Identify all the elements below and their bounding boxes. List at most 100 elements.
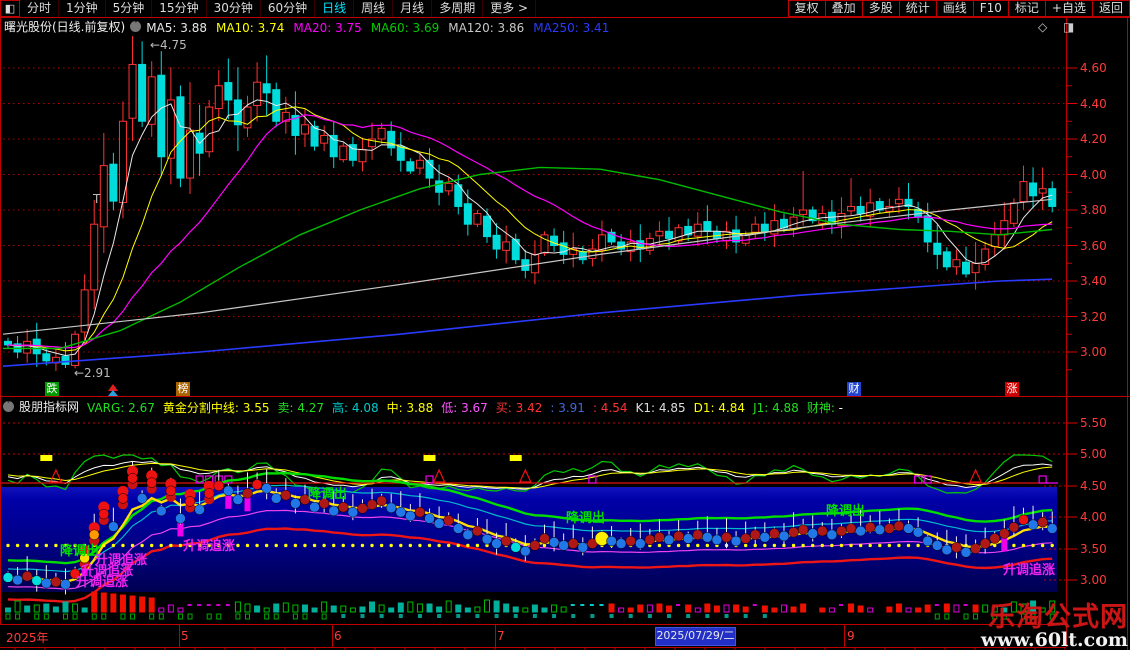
- date-divider: [844, 625, 845, 647]
- chart-canvas[interactable]: [0, 0, 1130, 650]
- signal-label: 升调追涨: [183, 535, 235, 554]
- indicator-field-6: 买: 3.42: [496, 401, 543, 415]
- indicator-tick-label: 4.00: [1080, 510, 1122, 524]
- indicator-source-name[interactable]: 股朋指标网: [19, 398, 79, 415]
- watermark-url: www.60lt.com: [981, 631, 1128, 650]
- signal-label: 降调出: [308, 483, 347, 502]
- trading-terminal: ◧ 分时1分钟5分钟15分钟30分钟60分钟日线周线月线多周期更多 > 复权叠加…: [0, 0, 1130, 650]
- watermark-site-name: 乐淘公式网: [981, 604, 1128, 631]
- signal-label: 降调出: [566, 507, 605, 526]
- indicator-field-3: 高: 4.08: [332, 401, 379, 415]
- ma-legend-item-4: MA120: 3.86: [448, 21, 524, 35]
- indicator-field-11: J1: 4.88: [753, 401, 799, 415]
- period-tab-2[interactable]: 5分钟: [106, 0, 153, 17]
- indicator-tick-label: 3.00: [1080, 573, 1122, 587]
- ma-legend-item-2: MA20: 3.75: [293, 21, 361, 35]
- toolbar-action-1[interactable]: 叠加: [825, 0, 863, 17]
- chart-badge-财: 财: [847, 382, 861, 396]
- ma-legend: MA5: 3.88 MA10: 3.74 MA20: 3.75 MA60: 3.69 M…: [146, 17, 618, 36]
- chart-badge-榜: 榜: [176, 382, 190, 396]
- price-tick-label: 4.00: [1080, 168, 1122, 182]
- right-border: [1127, 0, 1128, 650]
- price-tick-label: 3.40: [1080, 274, 1122, 288]
- low-price-note: ←2.91: [74, 366, 111, 380]
- high-price-note: ←4.75: [150, 38, 187, 52]
- t-marker: T: [93, 192, 100, 206]
- signal-label: 升调追涨: [76, 571, 128, 590]
- symbol-title[interactable]: 曙光股份(日线.前复权): [4, 18, 125, 35]
- indicator-field-4: 中: 3.88: [387, 401, 434, 415]
- signal-label: 降调出: [826, 500, 865, 519]
- ma-legend-item-5: MA250: 3.41: [533, 21, 609, 35]
- date-label: 7: [497, 629, 505, 643]
- signal-label: 降调出: [60, 540, 99, 559]
- period-tabs: ◧ 分时1分钟5分钟15分钟30分钟60分钟日线周线月线多周期更多 >: [0, 0, 536, 17]
- price-tick-label: 4.20: [1080, 132, 1122, 146]
- price-tick-label: 4.60: [1080, 61, 1122, 75]
- date-divider: [179, 625, 180, 647]
- period-tab-3[interactable]: 15分钟: [152, 0, 206, 17]
- watermark: 乐淘公式网 www.60lt.com: [981, 604, 1128, 650]
- toolbar-action-5[interactable]: F10: [973, 0, 1009, 17]
- indicator-title-bar: ˇ 股朋指标网 VARG: 2.67 黄金分割中线: 3.55 卖: 4.27 高: …: [0, 398, 1064, 414]
- left-border: [0, 18, 1, 647]
- toolbar-action-3[interactable]: 统计: [899, 0, 937, 17]
- chevron-down-circle-icon[interactable]: ˇ: [3, 401, 14, 412]
- period-tab-0[interactable]: 分时: [20, 0, 59, 17]
- indicator-values: VARG: 2.67 黄金分割中线: 3.55 卖: 4.27 高: 4.08 中: 3…: [87, 397, 851, 416]
- selected-date: 2025/07/29/二: [655, 627, 736, 646]
- indicator-field-7: : 3.91: [550, 401, 585, 415]
- indicator-tick-label: 5.00: [1080, 447, 1122, 461]
- period-tab-10[interactable]: 更多 >: [483, 0, 536, 17]
- price-tick-label: 4.40: [1080, 97, 1122, 111]
- indicator-field-0: VARG: 2.67: [87, 401, 155, 415]
- price-tick-label: 3.00: [1080, 345, 1122, 359]
- price-tick-label: 3.20: [1080, 310, 1122, 324]
- toolbar-action-7[interactable]: +自选: [1045, 0, 1093, 17]
- date-divider: [495, 625, 496, 647]
- period-tab-5[interactable]: 60分钟: [261, 0, 315, 17]
- toolbar-action-4[interactable]: 画线: [936, 0, 974, 17]
- date-label: 9: [847, 629, 855, 643]
- indicator-field-5: 低: 3.67: [441, 401, 488, 415]
- indicator-field-10: D1: 4.84: [694, 401, 745, 415]
- ma-legend-item-3: MA60: 3.69: [371, 21, 439, 35]
- title-bar: 曙光股份(日线.前复权) ˇ MA5: 3.88 MA10: 3.74 MA20: …: [0, 18, 1064, 35]
- indicator-tick-label: 5.50: [1080, 416, 1122, 430]
- indicator-field-12: 财神: -: [807, 401, 843, 415]
- indicator-field-1: 黄金分割中线: 3.55: [163, 401, 270, 415]
- indicator-field-2: 卖: 4.27: [277, 401, 324, 415]
- toolbar-action-8[interactable]: 返回: [1092, 0, 1130, 17]
- toolbar-action-0[interactable]: 复权: [788, 0, 826, 17]
- period-tab-8[interactable]: 月线: [393, 0, 432, 17]
- date-label: 2025年: [6, 629, 49, 646]
- ma-legend-item-0: MA5: 3.88: [146, 21, 207, 35]
- date-label: 5: [181, 629, 189, 643]
- toolbar-action-2[interactable]: 多股: [862, 0, 900, 17]
- period-tab-9[interactable]: 多周期: [432, 0, 483, 17]
- date-axis[interactable]: 2025/07/29/二 2025年 5 6 7 9: [0, 624, 1066, 648]
- toolbar-actions: 复权叠加多股统计画线F10标记+自选返回: [789, 0, 1130, 17]
- title-bar-icons[interactable]: ◇ ◨: [1038, 20, 1080, 34]
- indicator-tick-label: 3.50: [1080, 542, 1122, 556]
- top-toolbar: ◧ 分时1分钟5分钟15分钟30分钟60分钟日线周线月线多周期更多 > 复权叠加…: [0, 0, 1130, 18]
- period-tab-1[interactable]: 1分钟: [59, 0, 106, 17]
- ma-legend-item-1: MA10: 3.74: [216, 21, 284, 35]
- axis-border: [1066, 18, 1067, 647]
- indicator-field-9: K1: 4.85: [636, 401, 686, 415]
- date-label: 6: [334, 629, 342, 643]
- chart-badge-跌: 跌: [45, 382, 59, 396]
- period-tab-6[interactable]: 日线: [315, 0, 354, 17]
- price-tick-label: 3.80: [1080, 203, 1122, 217]
- indicator-tick-label: 4.50: [1080, 479, 1122, 493]
- date-divider: [332, 625, 333, 647]
- chart-badge-涨: 涨: [1005, 382, 1019, 396]
- layout-split-icon[interactable]: ◧: [0, 0, 20, 17]
- period-tab-7[interactable]: 周线: [354, 0, 393, 17]
- price-tick-label: 3.60: [1080, 239, 1122, 253]
- indicator-field-8: : 4.54: [593, 401, 628, 415]
- chevron-down-circle-icon[interactable]: ˇ: [130, 21, 141, 32]
- signal-label: 升调追涨: [1003, 559, 1055, 578]
- toolbar-action-6[interactable]: 标记: [1008, 0, 1046, 17]
- period-tab-4[interactable]: 30分钟: [207, 0, 261, 17]
